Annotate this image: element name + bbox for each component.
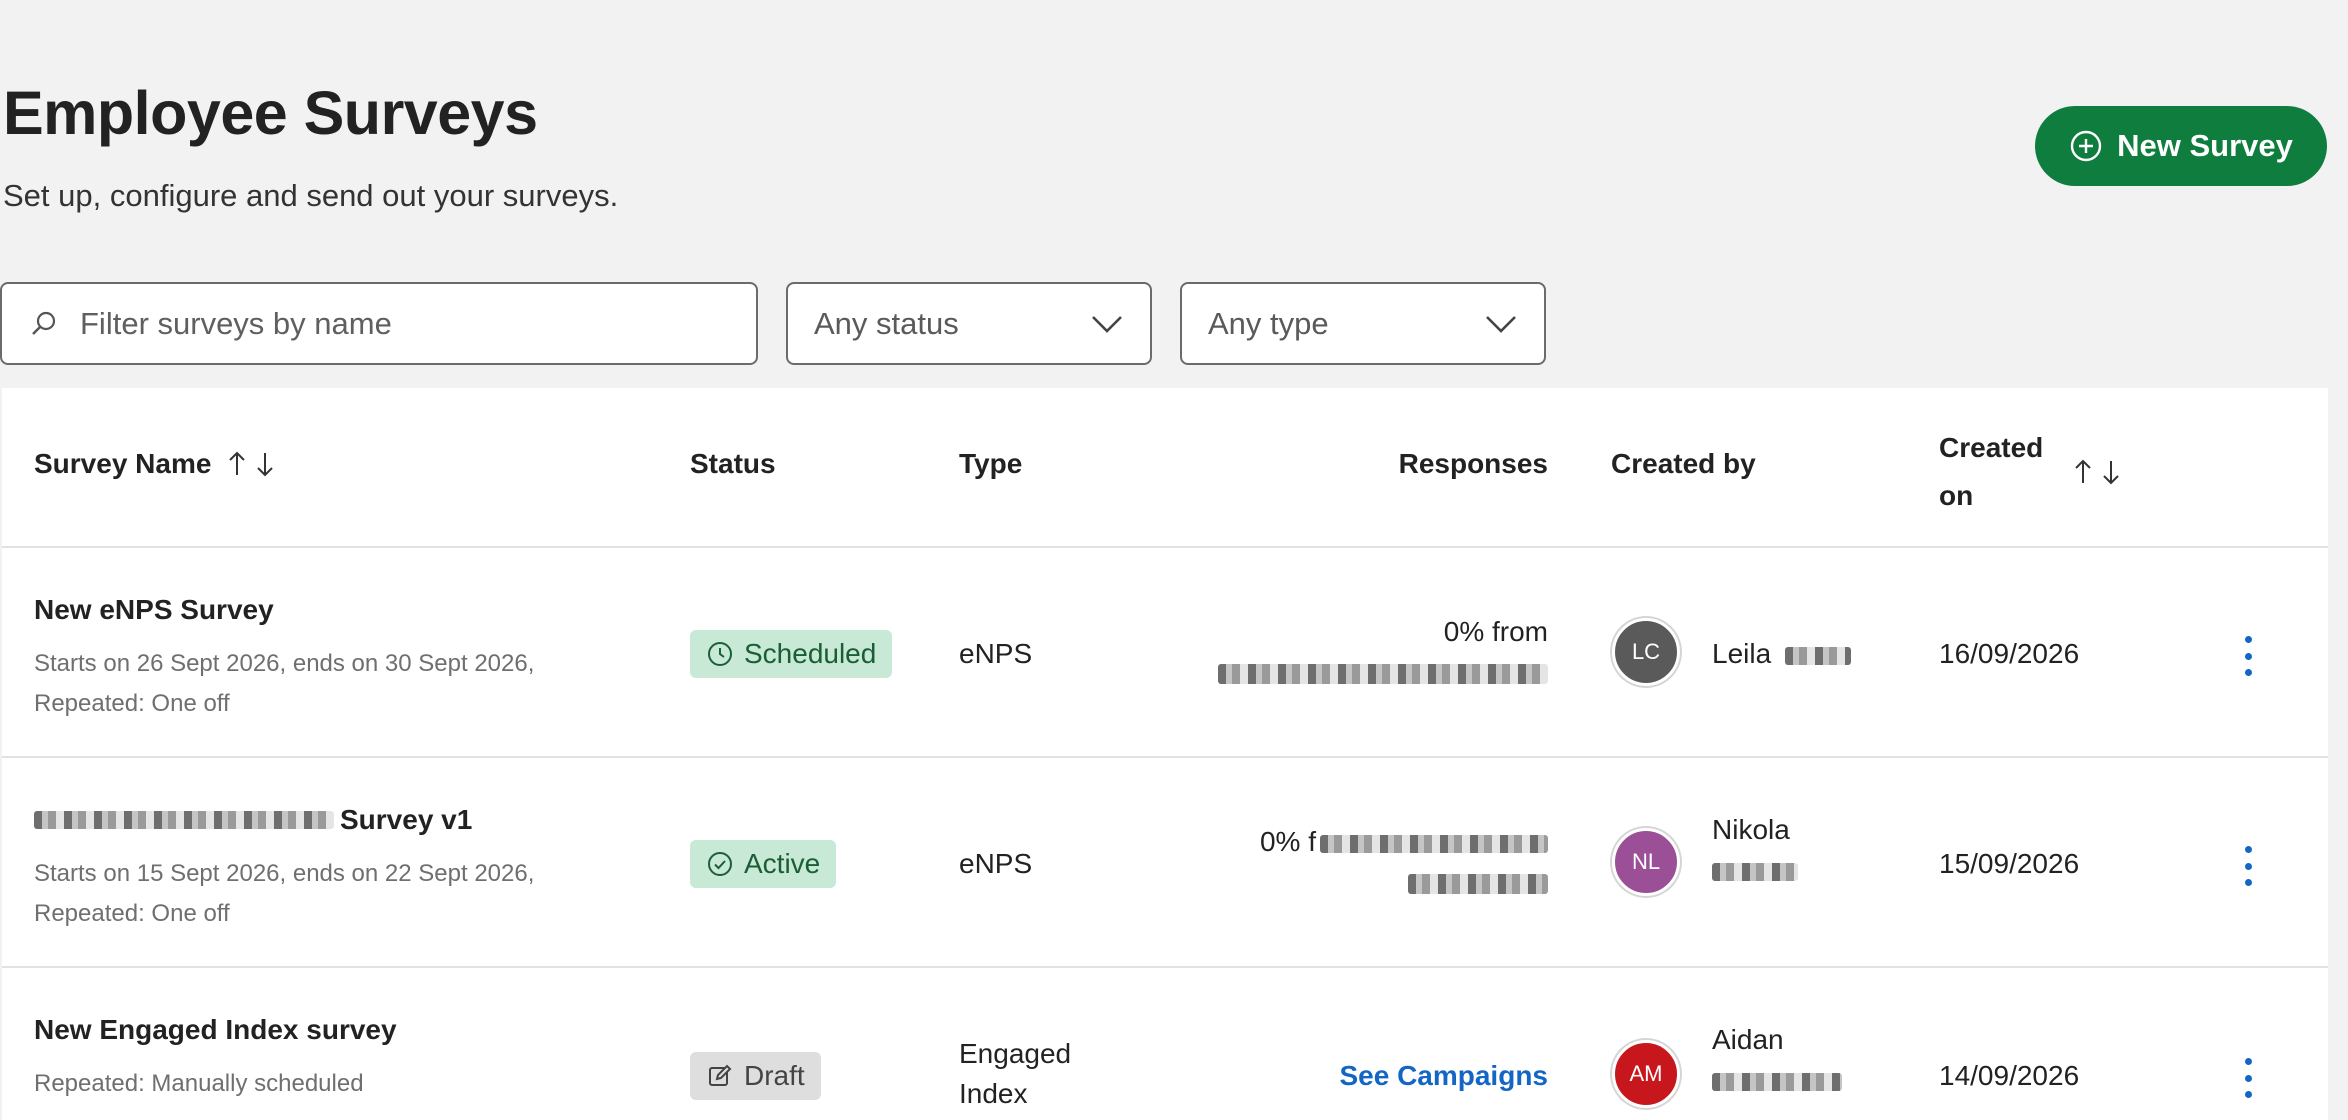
avatar-initials: AM xyxy=(1612,1040,1680,1108)
column-responses: Responses xyxy=(1398,448,1548,479)
status-badge-scheduled: Scheduled xyxy=(690,630,893,678)
avatar-initials: NL xyxy=(1612,828,1680,896)
redacted-text xyxy=(1162,652,1548,692)
search-input[interactable] xyxy=(80,305,720,342)
redacted-text xyxy=(1784,646,1851,665)
page-subtitle: Set up, configure and send out your surv… xyxy=(3,178,619,213)
column-survey-name[interactable]: Survey Name xyxy=(34,448,277,480)
responses: See Campaigns xyxy=(1162,1056,1548,1096)
status-badge-draft: Draft xyxy=(690,1052,821,1100)
column-label: Survey Name xyxy=(34,448,212,479)
survey-description: Starts on 26 Sept 2026, ends on 30 Sept … xyxy=(34,644,534,724)
status-badge: Active xyxy=(690,840,837,888)
status-badge: Scheduled xyxy=(690,630,893,678)
survey-type: eNPS xyxy=(959,848,1033,879)
column-type: Type xyxy=(959,448,1023,479)
column-label: Created on xyxy=(1939,424,2043,520)
edit-icon xyxy=(706,1062,734,1090)
sort-controls[interactable] xyxy=(225,449,277,479)
type-select[interactable]: Any type xyxy=(1180,282,1546,365)
survey-description-line: Starts on 26 Sept 2026, ends on 30 Sept … xyxy=(34,650,535,677)
survey-name[interactable]: New Engaged Index survey xyxy=(34,1014,397,1046)
search-icon xyxy=(28,309,58,339)
status-text: Draft xyxy=(744,1060,805,1091)
plus-circle-icon xyxy=(2069,129,2103,163)
survey-type-line: Index xyxy=(959,1078,1028,1109)
created-on-date: 16/09/2026 xyxy=(1939,638,2080,669)
column-label-line1: Created xyxy=(1939,432,2044,463)
surveys-table: Survey Name Status Type Responses Create… xyxy=(2,388,2328,1120)
redacted-text xyxy=(34,811,334,829)
status-badge-active: Active xyxy=(690,840,837,888)
creator-first-name: Aidan xyxy=(1712,1024,1784,1055)
redacted-text xyxy=(1712,1060,1842,1100)
column-label-line2: on xyxy=(1939,480,1974,511)
survey-type: eNPS xyxy=(959,638,1033,669)
more-actions-button[interactable] xyxy=(2240,636,2256,676)
type-select-value: Any type xyxy=(1208,305,1329,341)
sort-asc-icon[interactable] xyxy=(2071,457,2095,487)
creator-first-name: Nikola xyxy=(1712,814,1790,845)
clock-icon xyxy=(706,640,734,668)
table-row[interactable]: New eNPS Survey Starts on 26 Sept 2026, … xyxy=(2,548,2328,758)
status-badge: Draft xyxy=(690,1052,821,1100)
avatar: LC xyxy=(1612,618,1680,686)
avatar-initials: LC xyxy=(1612,618,1680,686)
column-created-by: Created by xyxy=(1611,448,1756,479)
survey-description-line: Repeated: Manually scheduled xyxy=(34,1070,364,1097)
table-row[interactable]: Survey v1 Starts on 15 Sept 2026, ends o… xyxy=(2,758,2328,968)
creator-first-name: Leila xyxy=(1712,638,1772,669)
responses: 0% from xyxy=(1162,612,1548,692)
sort-controls[interactable] xyxy=(2071,457,2123,487)
more-actions-button[interactable] xyxy=(2240,846,2256,886)
status-text: Scheduled xyxy=(744,638,877,669)
survey-type: Engaged Index xyxy=(959,1034,1071,1114)
table-header: Survey Name Status Type Responses Create… xyxy=(2,388,2328,548)
survey-description: Starts on 15 Sept 2026, ends on 22 Sept … xyxy=(34,854,534,934)
status-select-value: Any status xyxy=(814,305,959,341)
creator-name: Aidan xyxy=(1712,1020,1842,1100)
created-on-date: 15/09/2026 xyxy=(1939,848,2080,879)
responses-value: 0% f xyxy=(1259,826,1316,857)
new-survey-button[interactable]: New Survey xyxy=(2035,106,2327,186)
survey-type-line: Engaged xyxy=(959,1038,1072,1069)
survey-description-line: Repeated: One off xyxy=(34,900,230,927)
responses-text: 0% f xyxy=(1162,822,1548,862)
survey-name[interactable]: New eNPS Survey xyxy=(34,594,274,626)
page-title: Employee Surveys xyxy=(3,79,538,147)
sort-desc-icon[interactable] xyxy=(253,449,277,479)
avatar: AM xyxy=(1612,1040,1680,1108)
column-created-on[interactable]: Created on xyxy=(1939,424,2123,520)
kebab-menu-icon[interactable] xyxy=(2240,846,2256,886)
redacted-text xyxy=(1162,862,1548,902)
kebab-menu-icon[interactable] xyxy=(2240,1058,2256,1098)
avatar: NL xyxy=(1612,828,1680,896)
more-actions-button[interactable] xyxy=(2240,1058,2256,1098)
chevron-down-icon xyxy=(1484,307,1518,341)
responses-text: 0% from xyxy=(1443,616,1548,647)
search-field[interactable] xyxy=(0,282,758,365)
check-circle-icon xyxy=(706,850,734,878)
sort-asc-icon[interactable] xyxy=(225,449,249,479)
survey-description: Repeated: Manually scheduled xyxy=(34,1064,364,1104)
see-campaigns-link[interactable]: See Campaigns xyxy=(1339,1060,1548,1091)
creator-name: Leila xyxy=(1712,634,1851,674)
sort-desc-icon[interactable] xyxy=(2099,457,2123,487)
survey-name[interactable]: Survey v1 xyxy=(34,804,472,836)
table-row[interactable]: New Engaged Index survey Repeated: Manua… xyxy=(2,968,2328,1120)
survey-name-text: Survey v1 xyxy=(340,804,473,835)
column-status: Status xyxy=(690,448,776,479)
redacted-text xyxy=(1712,850,1798,890)
survey-description-line: Repeated: One off xyxy=(34,690,230,717)
new-survey-label: New Survey xyxy=(2117,128,2293,163)
creator-name: Nikola xyxy=(1712,810,1798,890)
kebab-menu-icon[interactable] xyxy=(2240,636,2256,676)
created-on-date: 14/09/2026 xyxy=(1939,1060,2080,1091)
survey-description-line: Starts on 15 Sept 2026, ends on 22 Sept … xyxy=(34,860,535,887)
status-text: Active xyxy=(744,848,821,879)
responses: 0% f xyxy=(1162,822,1548,902)
status-select[interactable]: Any status xyxy=(786,282,1152,365)
chevron-down-icon xyxy=(1090,307,1124,341)
